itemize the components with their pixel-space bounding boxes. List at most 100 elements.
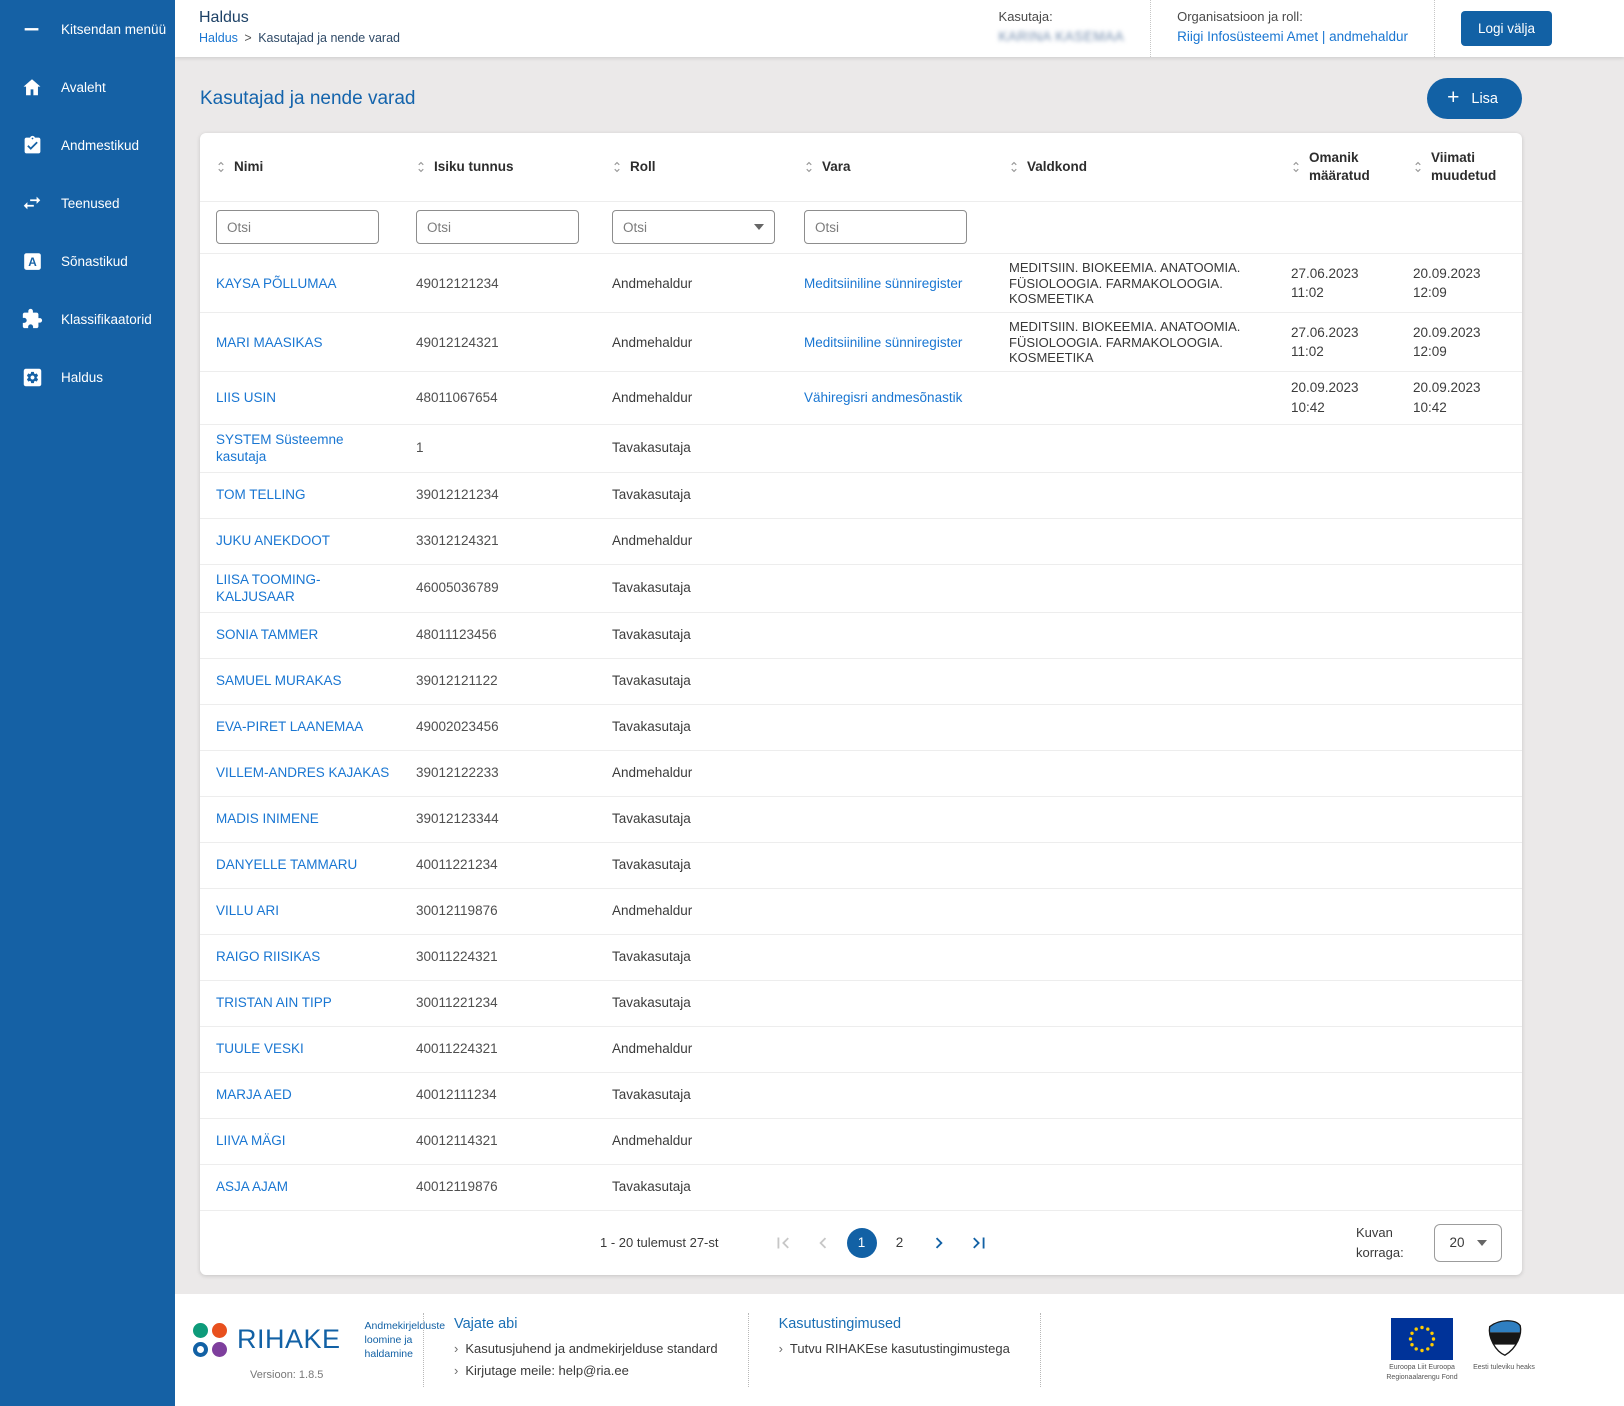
logout-button[interactable]: Logi välja — [1461, 11, 1552, 46]
user-id-cell: 39012123344 — [400, 796, 596, 842]
column-label[interactable]: Nimi — [234, 158, 263, 176]
user-name-link[interactable]: MARI MAASIKAS — [216, 335, 323, 350]
user-name-link[interactable]: MARJA AED — [216, 1087, 292, 1102]
page-title-bar: Kasutajad ja nende varad + Lisa — [200, 78, 1522, 119]
owner-date-cell — [1275, 1164, 1397, 1210]
user-name-link[interactable]: TRISTAN AIN TIPP — [216, 995, 332, 1010]
user-domain-cell — [993, 1026, 1275, 1072]
user-name-link[interactable]: VILLU ARI — [216, 903, 279, 918]
column-header-omanik-maaratud: Omanik määratud — [1275, 133, 1397, 202]
sidebar-item-collapse-menu[interactable]: Kitsendan menüü — [0, 0, 175, 58]
eu-flag-logo: Euroopa Liit Euroopa Regionaalarengu Fon… — [1386, 1318, 1458, 1382]
sidebar-item-dictionaries[interactable]: A Sõnastikud — [0, 232, 175, 290]
user-role-cell: Tavakasutaja — [596, 424, 788, 472]
column-label[interactable]: Vara — [822, 158, 851, 176]
column-label[interactable]: Isiku tunnus — [434, 158, 514, 176]
user-name-link[interactable]: TUULE VESKI — [216, 1041, 304, 1056]
help-link-manual[interactable]: › Kasutusjuhend ja andmekirjelduse stand… — [454, 1341, 718, 1356]
user-role-cell: Tavakasutaja — [596, 472, 788, 518]
user-name-link[interactable]: SYSTEM Süsteemne kasutaja — [216, 432, 344, 465]
sidebar-item-admin[interactable]: Haldus — [0, 348, 175, 406]
user-role-cell: Andmehaldur — [596, 750, 788, 796]
column-label[interactable]: Omanik määratud — [1309, 149, 1389, 185]
user-name-link[interactable]: RAIGO RIISIKAS — [216, 949, 320, 964]
sidebar-item-home[interactable]: Avaleht — [0, 58, 175, 116]
user-name-link[interactable]: SONIA TAMMER — [216, 627, 318, 642]
user-name-link[interactable]: SAMUEL MURAKAS — [216, 673, 342, 688]
user-name-link[interactable]: TOM TELLING — [216, 487, 306, 502]
user-name-link[interactable]: ASJA AJAM — [216, 1179, 288, 1194]
sort-icon[interactable] — [1289, 159, 1303, 175]
user-asset-link[interactable]: Meditsiiniline sünniregister — [804, 335, 962, 350]
user-asset-link[interactable]: Meditsiiniline sünniregister — [804, 276, 962, 291]
last-page-button[interactable] — [963, 1227, 995, 1259]
previous-page-button[interactable] — [807, 1227, 839, 1259]
modified-date-cell: 20.09.2023 10:42 — [1397, 372, 1522, 424]
user-asset-link[interactable]: Vähiregisri andmesõnastik — [804, 390, 962, 405]
page-size-label: Kuvan korraga: — [1356, 1223, 1418, 1263]
sidebar-item-datasets[interactable]: Andmestikud — [0, 116, 175, 174]
table-row: VILLEM-ANDRES KAJAKAS 39012122233 Andmeh… — [200, 750, 1522, 796]
user-name-link[interactable]: LIIS USIN — [216, 390, 276, 405]
sort-icon[interactable] — [802, 159, 816, 175]
next-page-button[interactable] — [923, 1227, 955, 1259]
modified-date-cell — [1397, 1072, 1522, 1118]
owner-date-cell — [1275, 750, 1397, 796]
user-id-cell: 49012121234 — [400, 254, 596, 313]
breadcrumb-root-link[interactable]: Haldus — [199, 31, 238, 45]
user-role-cell: Tavakasutaja — [596, 842, 788, 888]
user-domain-cell: MEDITSIIN. BIOKEEMIA. ANATOOMIA. FÜSIOLO… — [993, 313, 1275, 372]
page-size-select[interactable]: 20 — [1434, 1224, 1502, 1262]
sort-icon[interactable] — [414, 159, 428, 175]
user-name-link[interactable]: DANYELLE TAMMARU — [216, 857, 357, 872]
help-link-email[interactable]: › Kirjutage meile: help@ria.ee — [454, 1363, 718, 1378]
user-id-cell: 46005036789 — [400, 564, 596, 612]
user-id-cell: 1 — [400, 424, 596, 472]
user-name-link[interactable]: MADIS INIMENE — [216, 811, 319, 826]
user-name-link[interactable]: JUKU ANEKDOOT — [216, 533, 330, 548]
owner-date-cell — [1275, 1026, 1397, 1072]
sidebar-item-classifiers[interactable]: Klassifikaatorid — [0, 290, 175, 348]
user-name-link[interactable]: KAYSA PÕLLUMAA — [216, 276, 337, 291]
column-label[interactable]: Valdkond — [1027, 158, 1087, 176]
user-role-cell: Andmehaldur — [596, 372, 788, 424]
table-row: JUKU ANEKDOOT 33012124321 Andmehaldur — [200, 518, 1522, 564]
page-size-control: Kuvan korraga: 20 — [1356, 1223, 1502, 1263]
filter-select-roll[interactable]: Otsi — [612, 210, 775, 244]
user-name-link[interactable]: VILLEM-ANDRES KAJAKAS — [216, 765, 389, 780]
column-label[interactable]: Roll — [630, 158, 656, 176]
collapse-menu-icon — [20, 17, 44, 41]
filter-input-vara[interactable] — [804, 210, 967, 244]
modified-date-cell — [1397, 980, 1522, 1026]
chevron-down-icon — [754, 224, 764, 230]
sidebar-item-services[interactable]: Teenused — [0, 174, 175, 232]
page-footer: RIHAKE Andmekirjelduste loomine ja halda… — [175, 1294, 1624, 1406]
column-label[interactable]: Viimati muudetud — [1431, 149, 1514, 185]
user-name-link[interactable]: EVA-PIRET LAANEMAA — [216, 719, 363, 734]
terms-link[interactable]: › Tutvu RIHAKEse kasutustingimustega — [779, 1341, 1010, 1356]
org-role-link[interactable]: Riigi Infosüsteemi Amet | andmehaldur — [1177, 29, 1408, 44]
modified-date-cell — [1397, 658, 1522, 704]
filter-input-isiku-tunnus[interactable] — [416, 210, 579, 244]
add-button[interactable]: + Lisa — [1427, 78, 1522, 119]
sort-icon[interactable] — [610, 159, 624, 175]
rihake-logo-icon — [193, 1323, 227, 1357]
home-icon — [20, 75, 44, 99]
user-name-link[interactable]: LIISA TOOMING-KALJUSAAR — [216, 572, 321, 605]
page-button-2[interactable]: 2 — [885, 1228, 915, 1258]
user-role-cell: Tavakasutaja — [596, 658, 788, 704]
sort-icon[interactable] — [1007, 159, 1021, 175]
table-row: MARI MAASIKAS 49012124321 Andmehaldur Me… — [200, 313, 1522, 372]
table-row: LIIVA MÄGI 40012114321 Andmehaldur — [200, 1118, 1522, 1164]
owner-date-cell — [1275, 564, 1397, 612]
user-id-cell: 40011224321 — [400, 1026, 596, 1072]
sort-icon[interactable] — [1411, 159, 1425, 175]
sidebar-item-label: Avaleht — [61, 80, 106, 95]
column-header-viimati-muudetud: Viimati muudetud — [1397, 133, 1522, 202]
first-page-button[interactable] — [767, 1227, 799, 1259]
user-name-link[interactable]: LIIVA MÄGI — [216, 1133, 286, 1148]
sort-icon[interactable] — [214, 159, 228, 175]
page-button-1[interactable]: 1 — [847, 1228, 877, 1258]
filter-input-nimi[interactable] — [216, 210, 379, 244]
user-domain-cell — [993, 564, 1275, 612]
